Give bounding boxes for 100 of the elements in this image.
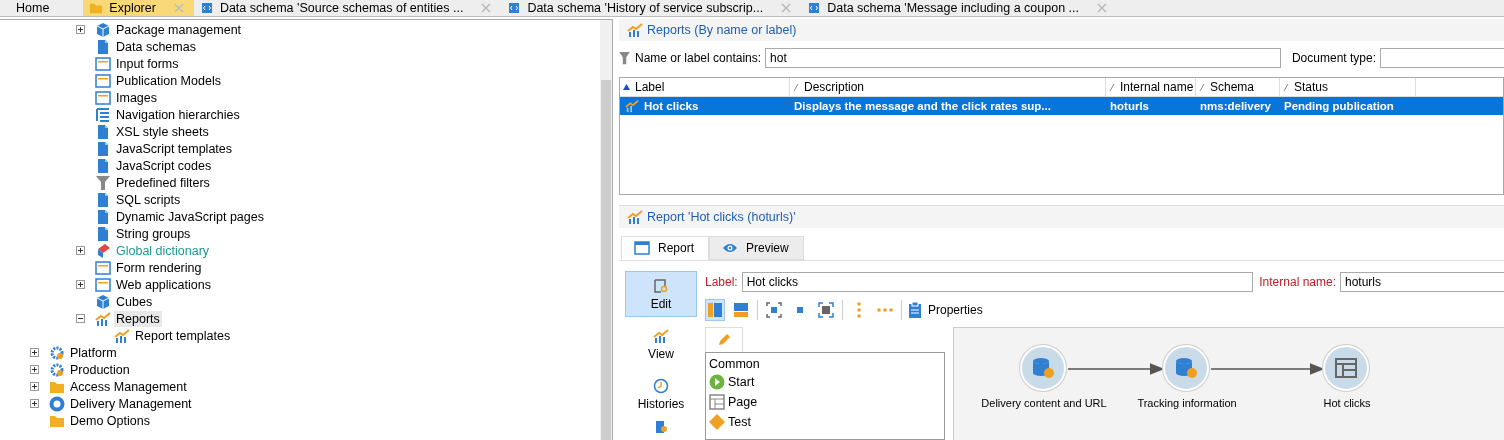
diamond-icon [709,414,725,430]
expand-icon[interactable] [76,246,85,255]
expand-icon[interactable] [30,348,39,357]
expand-icon[interactable] [30,399,39,408]
expand-icon[interactable] [30,382,39,391]
document-tab[interactable]: Data schema 'Source schemas of entities ... [193,0,502,16]
tree-item[interactable]: JavaScript codes [114,157,214,174]
document-tab[interactable]: Home [0,0,60,16]
database-node[interactable] [1163,345,1209,391]
document-icon[interactable] [653,421,669,433]
table-cell: Displays the message and the click rates sup... [794,100,1051,112]
list-icon [95,106,111,123]
chart-icon [653,327,669,344]
column-header[interactable]: Internal name [1106,78,1196,96]
tree-item[interactable]: Images [114,89,159,106]
tree-item[interactable]: Navigation hierarchies [114,106,242,123]
document-tab[interactable]: Explorer [83,0,194,16]
column-header[interactable]: Schema [1196,78,1280,96]
page-node[interactable] [1323,345,1369,391]
field-label: Internal name: [1259,275,1336,289]
tree-item[interactable]: Predefined filters [114,174,212,191]
tree-item[interactable]: JavaScript templates [114,140,235,157]
tree-item[interactable]: Demo Options [68,412,152,429]
tree-item[interactable]: Dynamic JavaScript pages [114,208,266,225]
palette-item[interactable]: Start [709,373,941,391]
properties-button[interactable]: Properties [908,302,983,318]
document-icon [507,2,522,14]
tree-item[interactable]: Access Management [68,378,189,395]
chart-icon [114,327,130,344]
zoom-fit-button[interactable] [816,299,836,321]
chart-icon [627,22,643,38]
palette-tab[interactable] [705,327,743,352]
pencil-icon [716,332,732,348]
edit-icon [653,277,669,294]
expand-icon[interactable] [76,25,85,34]
document-tab[interactable]: Data schema 'Message including a coupon ... [801,0,1118,16]
tree-item[interactable]: Publication Models [114,72,223,89]
palette-item[interactable]: Test [709,413,941,431]
label-field[interactable]: Hot clicks [741,272,1254,292]
tree-item[interactable]: String groups [114,225,193,242]
internal-name-field[interactable]: hoturls [1340,272,1504,292]
more-icon [857,302,861,318]
database-icon [1174,356,1198,380]
table-row[interactable]: Hot clicks Displays the message and the click rates sup... hoturls nms:delivery Pending publication [620,97,1503,115]
document-icon [95,140,111,157]
scrollbar[interactable] [600,20,612,440]
tree-item[interactable]: Web applications [114,276,213,293]
tree-item[interactable]: Platform [68,344,119,361]
document-type-field[interactable] [1380,48,1504,68]
tree-item[interactable]: Delivery Management [68,395,194,412]
tree-item[interactable]: Form rendering [114,259,204,276]
tree-item[interactable]: Production [68,361,132,378]
document-icon [95,38,111,55]
field-label: Document type: [1291,51,1376,65]
node-label: Hot clicks [1322,397,1372,409]
nav-item[interactable]: Histories [625,371,697,417]
tree-item[interactable]: Report templates [133,327,233,344]
palette-group: Common [709,357,941,371]
fit-button[interactable] [764,299,784,321]
column-header[interactable]: Status [1280,78,1416,96]
column-header[interactable]: Label [620,78,790,96]
node-label: Tracking information [1136,397,1238,409]
filter-icon [619,51,630,65]
cube-icon [95,293,111,310]
vertical-layout-button[interactable] [705,299,725,321]
nav-item[interactable]: Edit [625,271,697,317]
gear-icon [49,361,65,378]
tree-item[interactable]: Global dictionary [114,242,212,259]
tree-item[interactable]: Input forms [114,55,181,72]
tab[interactable]: Preview [709,236,804,260]
tab[interactable]: Report [621,236,710,260]
clipboard-icon [908,302,922,318]
window-icon [634,241,650,255]
window-icon [95,72,111,89]
database-node[interactable] [1020,345,1066,391]
tree-item[interactable]: Data schemas [114,38,198,55]
database-icon [1031,356,1055,380]
tree-item[interactable]: Package management [114,21,244,38]
tree-item[interactable]: SQL scripts [114,191,183,208]
clock-icon [653,377,669,394]
page-icon [1334,356,1358,380]
table-cell: Pending publication [1284,100,1394,112]
tree-item[interactable]: XSL style sheets [114,123,211,140]
palette-item[interactable]: Page [709,393,941,411]
chart-icon [627,209,643,225]
document-tab[interactable]: Data schema 'History of service subscrip... [501,0,802,16]
nav-item[interactable]: View [625,321,697,367]
document-icon [807,2,822,14]
expand-icon[interactable] [76,280,85,289]
window-icon [95,89,111,106]
panel-title: Reports (By name or label) [647,23,797,37]
column-header[interactable]: Description [790,78,1106,96]
tree-item[interactable]: Cubes [114,293,155,310]
search-field[interactable]: hot [765,48,1282,68]
expand-icon[interactable] [30,365,39,374]
tree-item[interactable]: Reports [114,310,162,327]
collapse-icon[interactable] [76,314,85,323]
document-icon [95,225,111,242]
fit-icon [765,301,783,319]
layout-icon [732,301,750,319]
